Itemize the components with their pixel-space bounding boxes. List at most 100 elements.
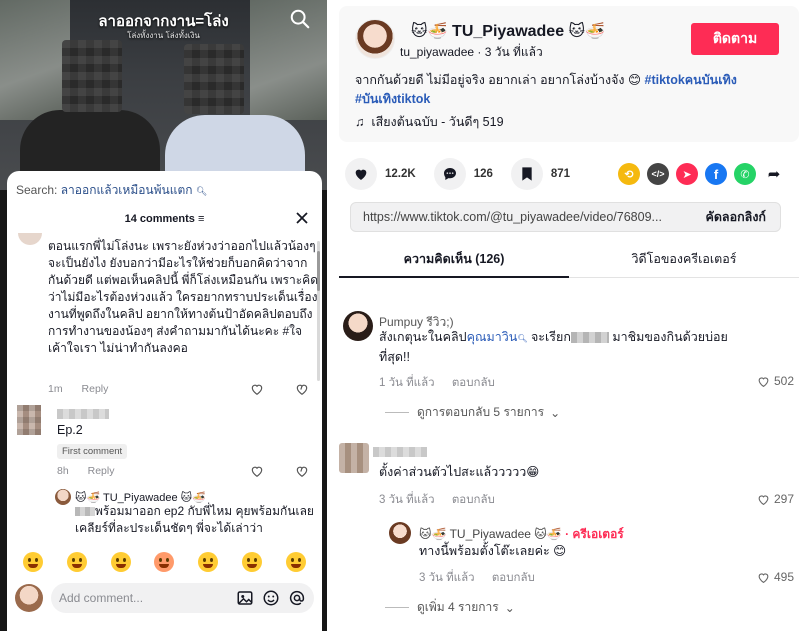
comment-sheet: Search: ลาออกแล้วเหมือนพ้นแตก 🔍︎ 14 comm… <box>7 171 322 631</box>
action-bar: 12.2K 126 871 ⟲ </> ➤ f ✆ ➦ <box>345 157 785 191</box>
send-icon[interactable]: ➤ <box>676 163 698 185</box>
tab-creator-videos[interactable]: วิดีโอของครีเอเตอร์ <box>569 240 799 277</box>
search-prefix: Search: <box>16 183 58 197</box>
sort-icon[interactable]: ≡ <box>198 213 204 225</box>
save-button[interactable] <box>510 158 543 190</box>
reply-link[interactable]: Reply <box>82 383 109 395</box>
view-more-button[interactable]: ดูเพิ่ม 4 รายการ ⌄ <box>385 598 515 617</box>
emoji-surprised-icon[interactable] <box>242 552 263 572</box>
emoji-laugh-icon[interactable] <box>110 552 131 572</box>
quick-emoji-row <box>7 549 322 575</box>
comment-input[interactable]: Add comment... <box>51 583 314 613</box>
blurred-face-left <box>62 40 122 112</box>
screenshot-root: ลาออกจากงาน=โล่ง โล่งทั้งงาน โล่งทั้งเงิ… <box>0 0 804 631</box>
emoji-grin-icon[interactable] <box>66 552 87 572</box>
like-action[interactable]: 12.2K <box>345 158 416 190</box>
emoji-love-icon[interactable] <box>154 552 175 572</box>
first-comment-badge: First comment <box>57 444 128 459</box>
video-subtitle: โล่งทั้งงาน โล่งทั้งเงิน <box>127 31 200 40</box>
avatar[interactable] <box>339 443 369 473</box>
avatar[interactable] <box>17 405 41 435</box>
sticker-icon[interactable] <box>262 589 280 607</box>
facebook-icon[interactable]: f <box>705 163 727 185</box>
comment-text-part: จะเรียก <box>527 330 571 344</box>
reply-link[interactable]: ตอบกลับ <box>452 494 495 506</box>
emoji-smirk-icon[interactable] <box>285 552 306 572</box>
avatar[interactable] <box>55 489 71 505</box>
view-replies-button[interactable]: ดูการตอบกลับ 5 รายการ ⌄ <box>385 403 560 422</box>
comment-action[interactable]: 126 <box>433 158 493 190</box>
heart-icon[interactable] <box>250 464 264 478</box>
tab-comments[interactable]: ความคิดเห็น (126) <box>339 240 569 278</box>
author-handle[interactable]: tu_piyawadee · 3 วัน ที่แล้ว <box>400 43 543 62</box>
heart-icon <box>758 376 769 387</box>
avatar[interactable] <box>343 311 373 341</box>
author-name[interactable]: 🐱🍜 TU_Piyawadee 🐱🍜 <box>411 21 605 41</box>
comment-time: 3 วัน ที่แล้ว <box>419 572 475 584</box>
comment-text: Ep.2 <box>57 423 83 437</box>
mobile-video-view: ลาออกจากงาน=โล่ง โล่งทั้งงาน โล่งทั้งเงิ… <box>0 0 327 631</box>
comment-input-bar: Add comment... <box>15 581 314 615</box>
reply-link[interactable]: Reply <box>88 465 115 477</box>
hashtag-link[interactable]: #tiktokคนบันเทิง <box>645 73 737 87</box>
view-more-label: ดูเพิ่ม 4 รายการ <box>417 600 499 614</box>
dislike-icon[interactable] <box>295 382 309 396</box>
post-description: จากกันด้วยดี ไม่มีอยู่จริง อยากเล่า อยาก… <box>355 71 785 109</box>
dislike-icon[interactable] <box>295 464 309 478</box>
reply-author-name[interactable]: 🐱🍜 TU_Piyawadee 🐱🍜 <box>419 527 562 541</box>
avatar[interactable] <box>355 19 395 59</box>
search-small-icon: 🔍︎ <box>195 186 208 196</box>
reply-link[interactable]: ตอบกลับ <box>492 572 535 584</box>
creator-badge: · ครีเอเตอร์ <box>565 527 624 541</box>
like-button[interactable] <box>345 158 377 190</box>
comment-text: สังเกตุนะในคลิปคุณมาวิน🔍︎ จะเรียก มาชิมข… <box>379 328 739 366</box>
comment-meta: 1m Reply <box>48 383 124 395</box>
chevron-down-icon: ⌄ <box>504 600 515 615</box>
blurred-face-right <box>184 44 244 114</box>
comment-meta: 3 วัน ที่แล้ว ตอบกลับ <box>419 569 549 587</box>
mention-link[interactable]: คุณมาวิน <box>467 330 518 344</box>
avatar[interactable] <box>18 233 42 245</box>
emoji-tears-icon[interactable] <box>198 552 219 572</box>
post-description-text: จากกันด้วยดี ไม่มีอยู่จริง อยากเล่า อยาก… <box>355 73 642 87</box>
whatsapp-icon[interactable]: ✆ <box>734 163 756 185</box>
reply-link[interactable]: ตอบกลับ <box>452 377 495 389</box>
comment-meta: 1 วัน ที่แล้ว ตอบกลับ <box>379 374 509 392</box>
like-count-row[interactable]: 297 <box>757 492 794 506</box>
hashtag-link[interactable]: #บันเทิงtiktok <box>355 92 430 106</box>
comment-time: 1m <box>48 383 63 395</box>
reply-text-content: พร้อมมาออก ep2 กับพี่ไหม คุยพร้อมกันเลย … <box>75 504 314 535</box>
video-url[interactable]: https://www.tiktok.com/@tu_piyawadee/vid… <box>351 210 691 224</box>
follow-button[interactable]: ติดตาม <box>691 23 779 55</box>
avatar <box>15 584 43 612</box>
comment-button[interactable] <box>433 158 466 190</box>
emoji-smile-icon[interactable] <box>22 552 43 572</box>
like-count-row[interactable]: 502 <box>757 374 794 388</box>
reply-text: พร้อมมาออก ep2 กับพี่ไหม คุยพร้อมกันเลย … <box>75 503 315 537</box>
like-count: 297 <box>774 492 795 506</box>
repost-icon[interactable]: ⟲ <box>618 163 640 185</box>
music-title[interactable]: เสียงต้นฉบับ - วันดีๆ 519 <box>371 115 503 129</box>
post-info-card: 🐱🍜 TU_Piyawadee 🐱🍜 tu_piyawadee · 3 วัน … <box>339 6 799 142</box>
music-info[interactable]: ♫ เสียงต้นฉบับ - วันดีๆ 519 <box>355 112 504 132</box>
share-arrow-icon[interactable]: ➦ <box>763 163 785 185</box>
embed-icon[interactable]: </> <box>647 163 669 185</box>
mention-icon[interactable] <box>288 589 306 607</box>
copy-link-box: https://www.tiktok.com/@tu_piyawadee/vid… <box>350 202 781 232</box>
heart-icon[interactable] <box>250 382 264 396</box>
image-icon[interactable] <box>236 589 254 607</box>
search-query-link[interactable]: ลาออกแล้วเหมือนพ้นแตก <box>61 183 193 197</box>
comment-count-text: 14 comments <box>124 213 195 225</box>
search-icon[interactable] <box>289 8 311 30</box>
heart-icon <box>355 169 367 180</box>
like-count-row[interactable]: 495 <box>757 570 794 584</box>
video-player[interactable]: ลาออกจากงาน=โล่ง โล่งทั้งงาน โล่งทั้งเงิ… <box>0 0 327 190</box>
comment-time: 1 วัน ที่แล้ว <box>379 377 435 389</box>
view-replies-label: ดูการตอบกลับ 5 รายการ <box>417 405 545 419</box>
related-search[interactable]: Search: ลาออกแล้วเหมือนพ้นแตก 🔍︎ <box>16 181 207 200</box>
save-action[interactable]: 871 <box>510 158 570 190</box>
close-icon[interactable] <box>295 211 309 225</box>
avatar[interactable] <box>389 522 411 544</box>
comment-meta: 3 วัน ที่แล้ว ตอบกลับ <box>379 491 509 509</box>
copy-link-button[interactable]: คัดลอกลิงก์ <box>691 207 780 227</box>
